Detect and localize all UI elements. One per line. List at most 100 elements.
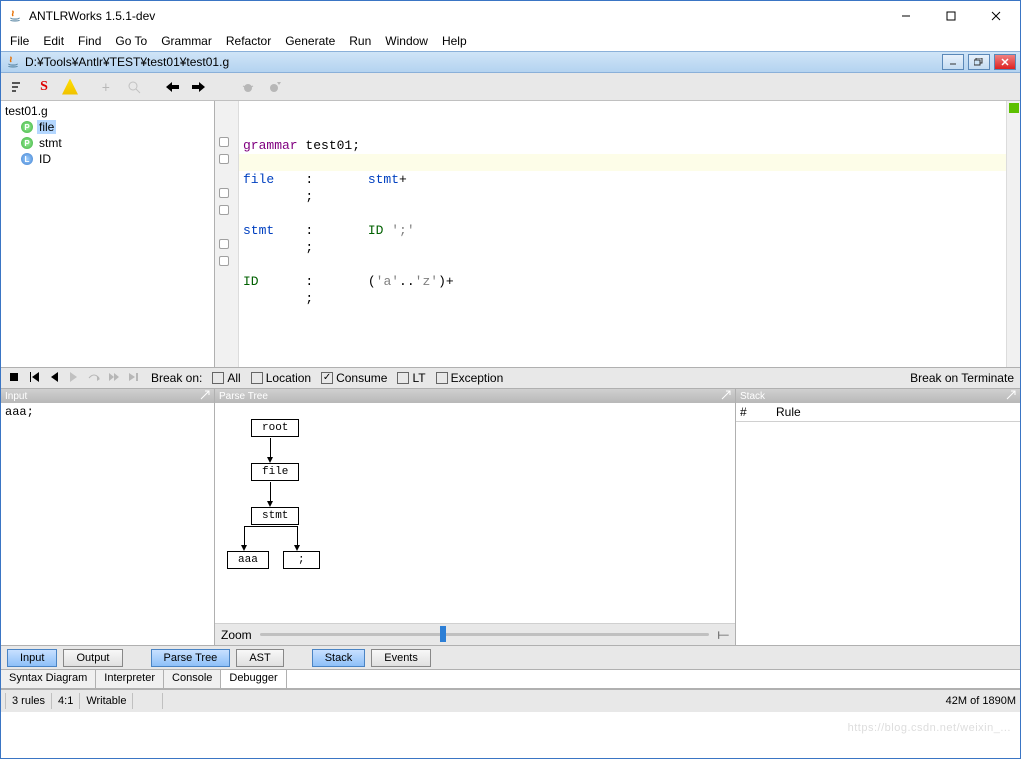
break-terminate-label[interactable]: Break on Terminate (910, 371, 1014, 385)
parse-tree-panel: Parse Tree root file stmt aaa ; Zoom ⟝ (215, 389, 736, 645)
menu-find[interactable]: Find (73, 33, 106, 49)
stop-button[interactable] (7, 370, 21, 387)
syntax-check-button[interactable]: S (33, 76, 55, 98)
tree-node[interactable]: stmt (251, 507, 299, 525)
menu-run[interactable]: Run (344, 33, 376, 49)
stack-table-header: # Rule (736, 403, 1020, 422)
search-icon[interactable] (123, 76, 145, 98)
status-mode: Writable (80, 693, 133, 709)
zoom-slider[interactable] (260, 633, 710, 636)
debugger-panels: Input aaa; Parse Tree root file stmt aaa… (1, 389, 1020, 645)
tree-node[interactable]: root (251, 419, 299, 437)
tree-item-id[interactable]: LID (3, 151, 212, 167)
menu-help[interactable]: Help (437, 33, 472, 49)
stack-col-num[interactable]: # (740, 405, 776, 419)
restart-button[interactable] (27, 370, 41, 387)
step-back-button[interactable] (47, 370, 61, 387)
zoom-label: Zoom (221, 628, 252, 642)
break-exception-checkbox[interactable]: Exception (436, 371, 504, 385)
menu-file[interactable]: File (5, 33, 34, 49)
zoom-control: Zoom ⟝ (215, 623, 735, 645)
minimize-button[interactable] (883, 1, 928, 31)
stack-panel-title: Stack (740, 391, 765, 402)
document-path: D:¥Tools¥Antlr¥TEST¥test01¥test01.g (25, 55, 942, 69)
svg-text:ⵜ: ⵜ (102, 83, 110, 94)
step-over-button[interactable] (87, 370, 101, 387)
statusbar: 3 rules 4:1 Writable 42M of 1890M (1, 689, 1020, 712)
ast-button[interactable]: AST (236, 649, 283, 667)
tab-interpreter[interactable]: Interpreter (96, 670, 164, 688)
panel-buttons: Input Output Parse Tree AST Stack Events (1, 645, 1020, 669)
doc-restore-button[interactable] (968, 54, 990, 70)
close-button[interactable] (973, 1, 1018, 31)
main-toolbar: S ⵜ (1, 73, 1020, 101)
editor-status-gutter (1006, 101, 1020, 367)
break-lt-checkbox[interactable]: LT (397, 371, 425, 385)
status-memory: 42M of 1890M (946, 695, 1016, 707)
input-panel: Input aaa; (1, 389, 215, 645)
doc-close-button[interactable] (994, 54, 1016, 70)
play-button[interactable] (67, 370, 81, 387)
watermark: https://blog.csdn.net/weixin_... (848, 722, 1011, 734)
debug-icon[interactable] (237, 76, 259, 98)
status-pos: 4:1 (52, 693, 80, 709)
parse-panel-title: Parse Tree (219, 391, 268, 402)
debugger-toolbar: Break on: All Location Consume LT Except… (1, 367, 1020, 389)
menubar: File Edit Find Go To Grammar Refactor Ge… (1, 31, 1020, 51)
parse-tree-button[interactable]: Parse Tree (151, 649, 231, 667)
tree-item-file[interactable]: Pfile (3, 119, 212, 135)
status-rules: 3 rules (5, 693, 52, 709)
break-on-label: Break on: (151, 371, 202, 385)
maximize-button[interactable] (928, 1, 973, 31)
warning-icon[interactable] (59, 76, 81, 98)
doc-minimize-button[interactable] (942, 54, 964, 70)
tree-root[interactable]: test01.g (3, 103, 212, 119)
output-button[interactable]: Output (63, 649, 122, 667)
input-panel-title: Input (5, 391, 27, 402)
find-button[interactable]: ⵜ (97, 76, 119, 98)
tree-node[interactable]: file (251, 463, 299, 481)
rules-tree[interactable]: test01.g Pfile Pstmt LID (1, 101, 215, 367)
input-button[interactable]: Input (7, 649, 57, 667)
back-button[interactable] (161, 76, 183, 98)
goto-end-button[interactable] (127, 370, 141, 387)
editor-gutter (215, 101, 239, 367)
editor-text[interactable]: grammar test01; file : stmt+ ; stmt : ID… (239, 101, 1006, 367)
events-button[interactable]: Events (371, 649, 431, 667)
fast-forward-button[interactable] (107, 370, 121, 387)
menu-edit[interactable]: Edit (38, 33, 69, 49)
status-ok-icon (1009, 103, 1019, 113)
stack-col-rule[interactable]: Rule (776, 405, 1016, 419)
document-bar: D:¥Tools¥Antlr¥TEST¥test01¥test01.g (1, 51, 1020, 73)
stack-panel: Stack # Rule (736, 389, 1020, 645)
forward-button[interactable] (187, 76, 209, 98)
menu-goto[interactable]: Go To (110, 33, 152, 49)
break-all-checkbox[interactable]: All (212, 371, 240, 385)
expand-icon[interactable] (1006, 390, 1016, 403)
sort-button[interactable] (7, 76, 29, 98)
menu-window[interactable]: Window (380, 33, 433, 49)
menu-generate[interactable]: Generate (280, 33, 340, 49)
expand-icon[interactable] (200, 390, 210, 403)
break-location-checkbox[interactable]: Location (251, 371, 311, 385)
tree-node[interactable]: aaa (227, 551, 269, 569)
tree-item-stmt[interactable]: Pstmt (3, 135, 212, 151)
tree-node[interactable]: ; (283, 551, 320, 569)
parse-tree-view[interactable]: root file stmt aaa ; (215, 403, 735, 623)
expand-icon[interactable] (721, 390, 731, 403)
menu-grammar[interactable]: Grammar (156, 33, 217, 49)
tab-console[interactable]: Console (164, 670, 221, 688)
expand-tree-icon[interactable]: ⟝ (717, 626, 729, 643)
java-icon (5, 54, 21, 70)
menu-refactor[interactable]: Refactor (221, 33, 276, 49)
tab-syntax-diagram[interactable]: Syntax Diagram (1, 670, 96, 688)
stack-button[interactable]: Stack (312, 649, 366, 667)
input-text[interactable]: aaa; (1, 403, 214, 645)
window-titlebar: ANTLRWorks 1.5.1-dev (1, 1, 1020, 31)
window-title: ANTLRWorks 1.5.1-dev (27, 9, 883, 23)
bottom-tabs: Syntax Diagram Interpreter Console Debug… (1, 669, 1020, 689)
editor[interactable]: grammar test01; file : stmt+ ; stmt : ID… (215, 101, 1020, 367)
tab-debugger[interactable]: Debugger (221, 670, 286, 688)
debug2-icon[interactable] (263, 76, 285, 98)
break-consume-checkbox[interactable]: Consume (321, 371, 387, 385)
